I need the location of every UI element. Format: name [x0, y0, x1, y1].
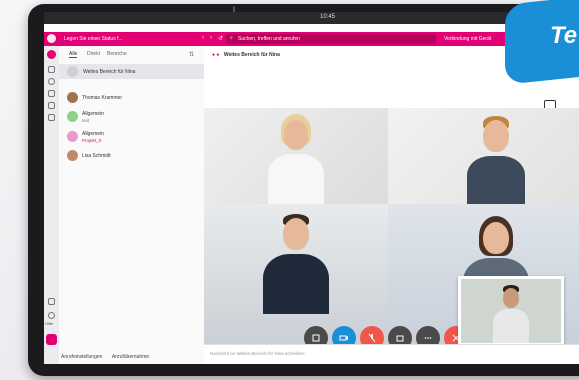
brand-logo: [46, 334, 57, 345]
clock: 10:45: [320, 14, 336, 20]
group-avatar: [67, 131, 78, 142]
nav-back-icon[interactable]: ‹: [202, 35, 204, 41]
participant-video: [463, 116, 529, 204]
list-item[interactable]: Allgemein Projekt_X: [67, 130, 197, 146]
share-icon: [396, 335, 404, 342]
self-video: [491, 285, 531, 343]
list-item-label: Allgemein: [82, 111, 104, 117]
list-item[interactable]: Allgemein test: [67, 110, 197, 126]
call-pickup-link[interactable]: Anrufübernahme: [112, 354, 149, 360]
area-avatar: [67, 66, 78, 77]
bottom-bar: Anrufeinstellungen Anrufübernahme: [61, 354, 149, 360]
avatar: [67, 92, 78, 103]
list-item-sub: test: [82, 118, 90, 123]
participant-video: [261, 214, 331, 314]
status-dot-icon: ● ●: [212, 52, 220, 58]
call-settings-link[interactable]: Anrufeinstellungen: [61, 354, 102, 360]
contact-list-panel: Alle Direkt Bereiche ⇅ Weites Bereich fü…: [59, 46, 205, 364]
left-rail: Hilfe: [44, 46, 60, 364]
search-placeholder: Suchen, treffen und anrufen: [238, 36, 300, 42]
help-icon[interactable]: [48, 312, 55, 319]
phone-icon[interactable]: [48, 90, 55, 97]
filter-icon[interactable]: ⇅: [189, 51, 194, 58]
message-composer[interactable]: Nachricht an Weites Bereich für Nina sch…: [204, 344, 579, 364]
self-view-video[interactable]: [458, 276, 564, 346]
search-icon: ⌕: [230, 35, 233, 41]
conversation-header: ● ● Weites Bereich für Nina: [212, 52, 280, 58]
apps-grid-icon[interactable]: [48, 298, 55, 305]
mic-off-icon: [368, 333, 376, 343]
home-icon[interactable]: [48, 66, 55, 73]
group-avatar: [67, 111, 78, 122]
video-tile-participant[interactable]: [388, 108, 579, 204]
avatar: [67, 150, 78, 161]
nav-forward-icon[interactable]: ›: [210, 35, 212, 41]
tab-direct[interactable]: Direkt: [87, 51, 100, 57]
conversation-panel: ● ● Weites Bereich für Nina Nachricht an…: [204, 46, 579, 364]
composer-placeholder: Nachricht an Weites Bereich für Nina sch…: [210, 351, 305, 356]
more-icon: [424, 337, 432, 339]
conversation-title: Weites Bereich für Nina: [223, 52, 280, 58]
calendar-icon[interactable]: [48, 114, 55, 121]
app-titlebar: Legen Sie einen Status f... ‹ › ↺ ⌕ Such…: [44, 32, 579, 46]
connection-status[interactable]: Verbindung mit Gerät: [444, 36, 491, 42]
list-item[interactable]: Thomas Krammer: [67, 92, 197, 104]
search-input[interactable]: ⌕ Suchen, treffen und anrufen: [226, 34, 436, 44]
chat-icon[interactable]: [47, 50, 56, 59]
tab-areas[interactable]: Bereiche: [107, 51, 127, 57]
list-item-sub: Projekt_X: [82, 138, 102, 143]
list-item-label: Weites Bereich für Nina: [83, 69, 136, 75]
list-item-label: Lisa Schmidt: [82, 153, 111, 159]
video-grid: [204, 108, 579, 350]
list-item-label: Thomas Krammer: [82, 95, 123, 101]
video-tile-participant[interactable]: [204, 204, 388, 344]
app-screen: 10:45 Legen Sie einen Status f... ‹ › ↺ …: [44, 12, 579, 364]
video-tile-participant[interactable]: [204, 108, 388, 204]
tab-all[interactable]: Alle: [69, 51, 78, 58]
contacts-icon[interactable]: [48, 78, 55, 85]
help-label: Hilfe: [45, 321, 54, 326]
grid-icon: [312, 334, 320, 342]
camera-icon: [339, 335, 348, 341]
promo-badge-text: Te: [550, 22, 578, 49]
nav-history-icon[interactable]: ↺: [218, 35, 223, 42]
participant-video: [266, 114, 326, 204]
system-status-bar: 10:45: [44, 12, 579, 24]
list-item-label: Allgemein: [82, 131, 104, 137]
device-stage: 10:45 Legen Sie einen Status f... ‹ › ↺ …: [0, 0, 579, 380]
voicemail-icon[interactable]: [48, 102, 55, 109]
list-item[interactable]: Lisa Schmidt: [67, 150, 197, 162]
list-item[interactable]: Weites Bereich für Nina: [59, 64, 204, 79]
avatar[interactable]: [47, 34, 56, 43]
status-prompt[interactable]: Legen Sie einen Status f...: [64, 36, 123, 42]
